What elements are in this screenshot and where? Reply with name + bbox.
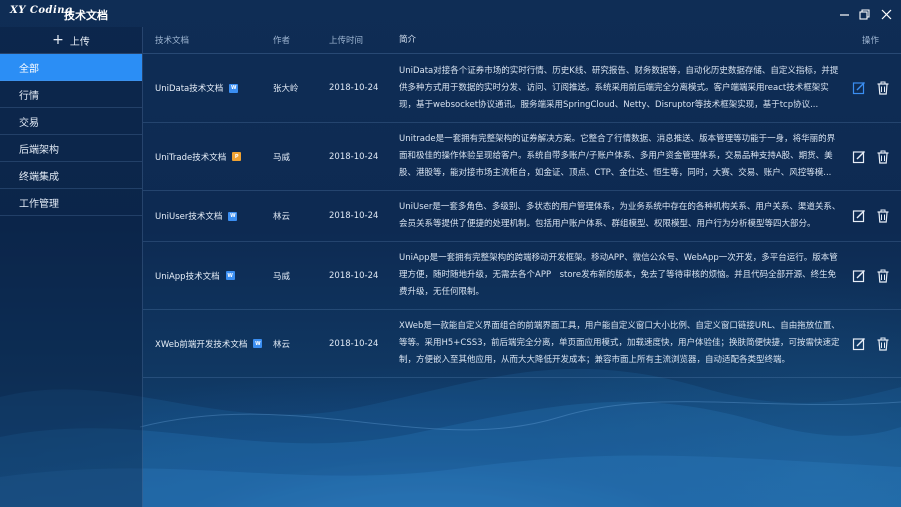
header-time: 上传时间 [329,36,364,46]
doc-name[interactable]: UniApp技术文档 [155,270,220,282]
trash-icon [877,337,889,351]
table-row[interactable]: UniTrade技术文档 P 马威 2018-10-24 Unitrade是一套… [143,123,901,191]
doc-time: 2018-10-24 [329,338,379,349]
doc-author: 林云 [273,212,291,222]
delete-button[interactable] [876,150,890,164]
close-button[interactable] [878,6,894,22]
delete-button[interactable] [876,337,890,351]
table-row[interactable]: UniApp技术文档 W 马威 2018-10-24 UniApp是一套拥有完整… [143,242,901,310]
doc-name[interactable]: XWeb前端开发技术文档 [155,338,247,350]
word-doc-icon: W [228,211,238,221]
doc-desc: UniData对接各个证券市场的实时行情、历史K线、研究报告、财务数据等，自动化… [399,65,839,110]
ppt-doc-icon: P [232,152,242,161]
header-ops: 操作 [861,36,879,46]
edit-icon [852,269,865,282]
edit-icon [852,337,865,350]
upload-label: 上传 [69,36,90,48]
doc-desc: UniApp是一套拥有完整架构的跨端移动开发框架。移动APP、微信公众号、Web… [399,253,838,297]
sidebar-item-label: 工作管理 [19,198,59,210]
sidebar-item-terminal[interactable]: 终端集成 [0,162,142,189]
trash-icon [877,269,889,283]
edit-icon [852,82,865,95]
sidebar-item-label: 后端架构 [19,144,59,156]
edit-button[interactable] [852,337,866,351]
edit-button[interactable] [852,209,866,223]
sidebar: + 上传 全部 行情 交易 后端架构 终端集成 工作管理 [0,27,143,507]
sidebar-item-label: 交易 [19,117,39,129]
app-title: 技术文档 [64,9,108,22]
word-doc-icon: W [225,271,235,280]
sidebar-item-all[interactable]: 全部 [0,54,142,81]
header-name: 技术文档 [155,36,190,46]
doc-desc: UniUser是一套多角色、多级别、多状态的用户管理体系，为业务系统中存在的各种… [399,202,841,229]
restore-button[interactable] [856,6,872,22]
trash-icon [877,81,889,95]
edit-icon [852,150,865,163]
trash-icon [877,150,889,164]
edit-button[interactable] [852,81,866,95]
sidebar-item-label: 终端集成 [19,171,59,183]
word-doc-icon: W [229,83,239,93]
edit-button[interactable] [852,269,866,283]
sidebar-item-work[interactable]: 工作管理 [0,189,142,216]
table-header: 技术文档 作者 上传时间 简介 操作 [143,27,901,54]
table-row[interactable]: XWeb前端开发技术文档 W 林云 2018-10-24 XWeb是一款能自定义… [143,310,901,378]
restore-icon [858,8,870,20]
delete-button[interactable] [876,209,890,223]
minimize-icon [839,13,849,16]
doc-time: 2018-10-24 [329,151,379,162]
doc-author: 马威 [273,271,291,282]
doc-name[interactable]: UniTrade技术文档 [155,151,226,163]
doc-name[interactable]: UniUser技术文档 [155,210,222,222]
sidebar-item-backend[interactable]: 后端架构 [0,135,142,162]
doc-author: 张大岭 [273,84,299,94]
sidebar-item-trade[interactable]: 交易 [0,108,142,135]
doc-author: 马威 [273,152,291,163]
word-doc-icon: W [253,339,263,348]
header-desc: 简介 [399,34,417,45]
document-table: 技术文档 作者 上传时间 简介 操作 UniData技术文档 W 张大岭 201… [143,27,901,378]
delete-button[interactable] [876,269,890,283]
header-author: 作者 [273,36,291,46]
sidebar-item-label: 行情 [19,90,39,102]
doc-name[interactable]: UniData技术文档 [155,82,223,94]
upload-button[interactable]: + 上传 [0,27,142,54]
edit-icon [852,210,865,223]
doc-desc: XWeb是一款能自定义界面组合的前端界面工具，用户能自定义窗口大小比例、自定义窗… [399,321,840,365]
sidebar-item-label: 全部 [19,63,39,75]
table-row[interactable]: UniUser技术文档 W 林云 2018-10-24 UniUser是一套多角… [143,191,901,242]
edit-button[interactable] [852,150,866,164]
title-bar: XY Coding 技术文档 [0,0,901,27]
table-row[interactable]: UniData技术文档 W 张大岭 2018-10-24 UniData对接各个… [143,54,901,123]
minimize-button[interactable] [836,6,852,22]
doc-time: 2018-10-24 [329,211,379,221]
close-icon [881,9,891,19]
plus-icon: + [52,32,64,48]
trash-icon [877,209,889,223]
delete-button[interactable] [876,81,890,95]
doc-time: 2018-10-24 [329,270,379,281]
doc-time: 2018-10-24 [329,83,379,93]
doc-author: 林云 [273,339,291,350]
sidebar-item-market[interactable]: 行情 [0,81,142,108]
doc-desc: Unitrade是一套拥有完整架构的证券解决方案。它整合了行情数据、消息推送、版… [399,134,836,178]
